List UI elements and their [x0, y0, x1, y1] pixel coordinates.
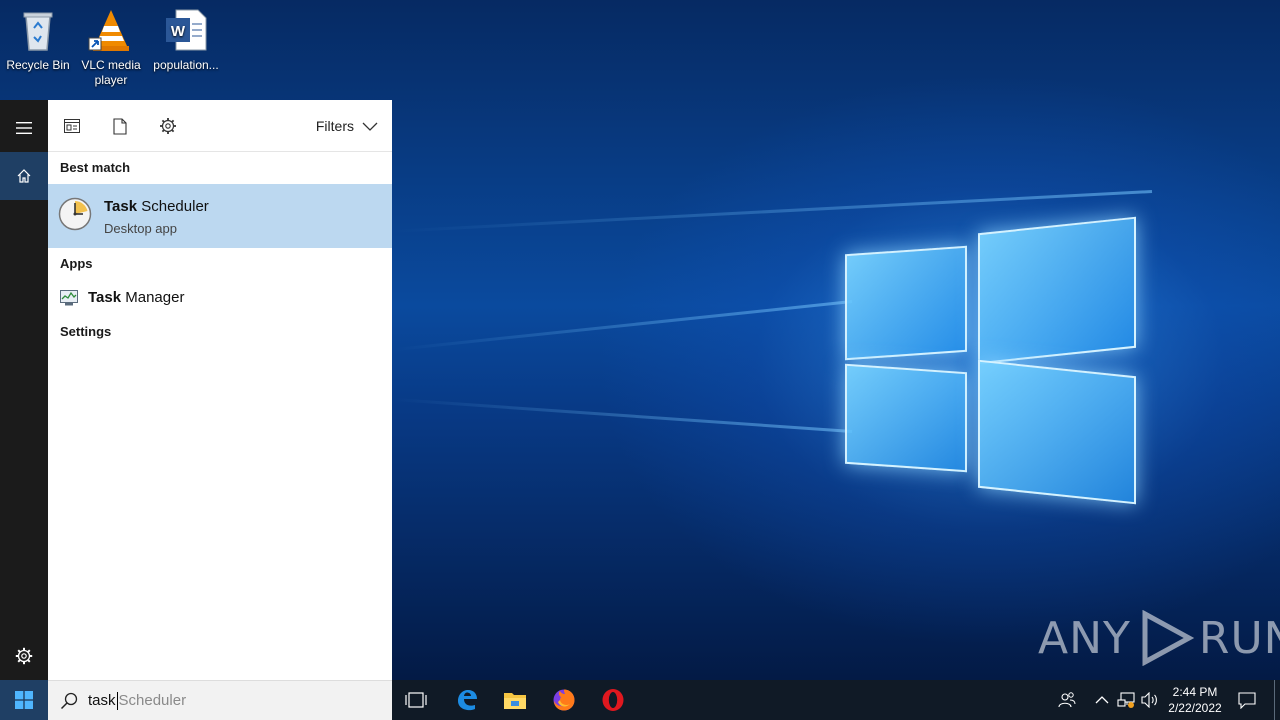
notification-icon: [1238, 692, 1256, 709]
recycle-bin-icon: [14, 6, 62, 54]
watermark-text: RUN: [1198, 612, 1280, 664]
task-view-button[interactable]: [392, 680, 440, 720]
apps-heading: Apps: [60, 256, 93, 271]
home-button[interactable]: [0, 152, 48, 200]
anyrun-watermark: ANY RUN: [1038, 610, 1280, 666]
logo-pane: [978, 216, 1136, 365]
network-button[interactable]: [1116, 690, 1136, 710]
windows-logo-icon: [15, 691, 33, 709]
start-button[interactable]: [0, 680, 48, 720]
show-desktop-button[interactable]: [1274, 680, 1280, 720]
start-menu: Filters Best match Task Scheduler Deskto…: [0, 100, 392, 680]
text-caret: [116, 691, 118, 710]
watermark-text: ANY: [1038, 612, 1131, 664]
filters-label: Filters: [315, 118, 354, 134]
apps-filter-icon: [64, 119, 80, 133]
gear-icon: [15, 647, 33, 665]
light-beam: [393, 397, 853, 433]
volume-icon: [1141, 692, 1157, 708]
word-document-icon: W: [162, 6, 210, 54]
file-explorer-taskbar-button[interactable]: [491, 680, 539, 720]
play-icon: [1142, 610, 1195, 666]
desktop-icon-recycle-bin[interactable]: Recycle Bin: [0, 0, 76, 73]
best-match-task-scheduler[interactable]: Task Scheduler Desktop app: [48, 184, 392, 248]
people-button[interactable]: [1057, 690, 1077, 710]
match-highlight: Task: [88, 289, 122, 306]
taskbar-search-box[interactable]: task Scheduler: [48, 680, 392, 720]
title-rest: Manager: [121, 289, 185, 306]
search-results-panel: Filters Best match Task Scheduler Deskto…: [48, 100, 392, 680]
opera-taskbar-button[interactable]: [589, 680, 637, 720]
settings-filter-icon: [160, 118, 176, 134]
search-icon: [60, 692, 78, 709]
search-typed-text: task: [88, 692, 116, 709]
taskbar-clock[interactable]: 2:44 PM 2/22/2022: [1160, 684, 1230, 716]
start-rail: [0, 100, 48, 680]
documents-filter-icon: [113, 117, 127, 135]
chevron-up-icon: [1095, 696, 1109, 704]
apps-filter-button[interactable]: [60, 114, 84, 138]
volume-button[interactable]: [1140, 690, 1160, 710]
home-icon: [17, 169, 31, 183]
logo-pane: [845, 363, 967, 473]
firefox-icon: [553, 689, 575, 711]
firefox-taskbar-button[interactable]: [540, 680, 588, 720]
people-icon: [1058, 692, 1076, 708]
network-icon: [1117, 692, 1135, 708]
chevron-down-icon: [362, 122, 378, 131]
vlc-icon: [87, 6, 135, 54]
best-match-subtitle: Desktop app: [104, 221, 177, 236]
expand-menu-button[interactable]: [0, 104, 48, 152]
settings-filter-button[interactable]: [156, 114, 180, 138]
desktop-icon-vlc[interactable]: VLC media player: [73, 0, 149, 88]
title-rest: Scheduler: [137, 198, 209, 215]
settings-button[interactable]: [0, 632, 48, 680]
task-view-icon: [405, 692, 427, 708]
opera-icon: [602, 689, 624, 711]
desktop-icon-label: Recycle Bin: [6, 58, 70, 72]
app-result-title: Task Manager: [88, 289, 184, 306]
search-toolbar: Filters: [48, 100, 392, 152]
logo-pane: [978, 359, 1136, 505]
edge-taskbar-button[interactable]: [443, 680, 491, 720]
settings-heading: Settings: [60, 324, 112, 339]
search-suggestion: Scheduler: [118, 692, 187, 709]
desktop-icon-population-doc[interactable]: W population...: [148, 0, 224, 73]
match-highlight: Task: [104, 198, 138, 215]
clock-date: 2/22/2022: [1168, 701, 1222, 715]
light-beam: [394, 300, 853, 352]
best-match-title: Task Scheduler: [104, 198, 209, 215]
desktop-icon-label: population...: [153, 58, 219, 72]
svg-text:W: W: [171, 23, 186, 40]
clock-icon: [58, 197, 92, 231]
show-hidden-icons-button[interactable]: [1092, 690, 1112, 710]
filters-dropdown[interactable]: Filters: [316, 118, 378, 134]
taskbar: task Scheduler 2:44 PM 2/22/2022: [0, 680, 1280, 720]
best-match-heading: Best match: [60, 160, 131, 175]
hamburger-menu-icon: [16, 122, 32, 134]
action-center-button[interactable]: [1237, 690, 1257, 710]
app-result-task-manager[interactable]: Task Manager: [48, 280, 392, 316]
desktop-icon-label: VLC media player: [81, 58, 141, 87]
logo-pane: [845, 245, 967, 361]
clock-time: 2:44 PM: [1172, 685, 1218, 699]
documents-filter-button[interactable]: [108, 114, 132, 138]
edge-icon: [458, 690, 477, 711]
file-explorer-icon: [504, 693, 526, 709]
task-manager-icon: [60, 290, 78, 306]
